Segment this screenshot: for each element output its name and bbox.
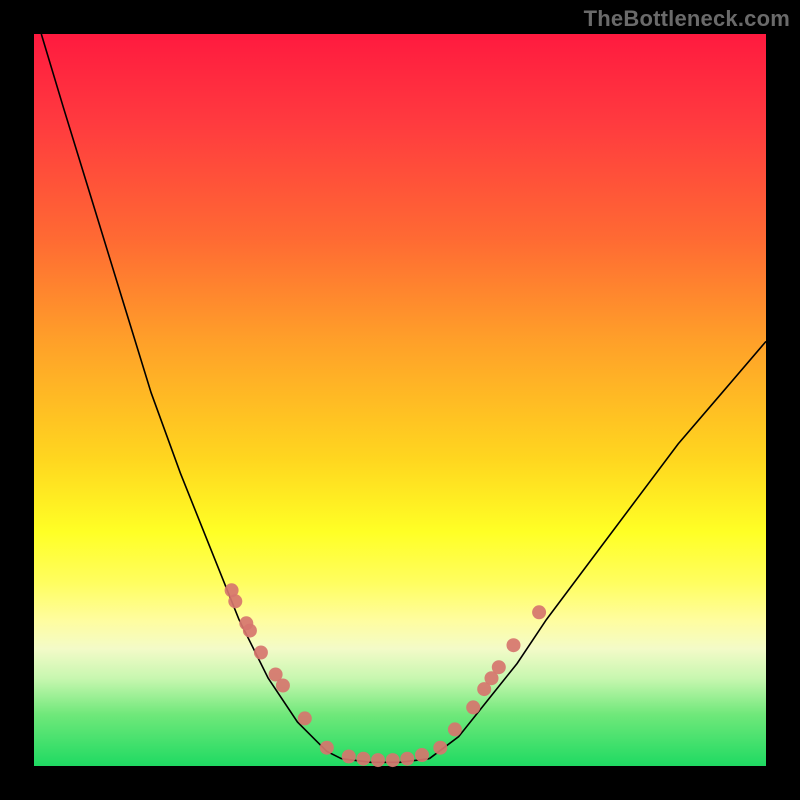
plot-area [34,34,766,766]
curve-marker [492,660,506,674]
curve-marker [356,752,370,766]
curve-marker [507,638,521,652]
curve-marker [532,605,546,619]
curve-marker [415,748,429,762]
chart-frame: TheBottleneck.com [0,0,800,800]
curve-marker [386,753,400,767]
curve-left-branch [41,34,341,759]
curve-marker [228,594,242,608]
curve-markers [225,583,546,767]
watermark-text: TheBottleneck.com [584,6,790,32]
curve-marker [276,679,290,693]
curve-marker [243,624,257,638]
curve-marker [342,750,356,764]
bottleneck-curve [34,34,766,766]
curve-marker [466,700,480,714]
curve-marker [448,722,462,736]
curve-marker [254,646,268,660]
curve-marker [371,753,385,767]
curve-marker [320,741,334,755]
curve-marker [298,711,312,725]
curve-right-branch [429,341,766,758]
curve-marker [400,752,414,766]
curve-marker [433,741,447,755]
